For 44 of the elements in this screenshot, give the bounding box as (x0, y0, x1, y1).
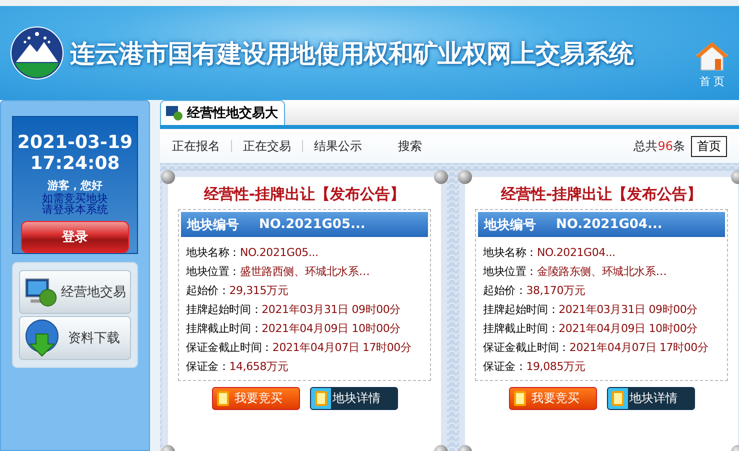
card-title: 经营性-挂牌出让【发布公告】 (500, 185, 702, 204)
info-row-text: 地块名称：NO.2021G05... (186, 245, 320, 261)
code-value: NO.2021G05... (259, 217, 366, 232)
info-row-text: 保证金：14,658万元 (186, 359, 290, 375)
monitor-globe-icon (165, 105, 183, 121)
info-row-text: 保证金截止时间：2021年04月07日 17时00分 (483, 340, 710, 356)
info-row-text: 起始价：29,315万元 (186, 283, 290, 299)
info-row-text: 挂牌起始时间：2021年03月31日 09时00分 (186, 302, 402, 318)
info-row-text: 挂牌起始时间：2021年03月31日 09时00分 (483, 302, 698, 318)
first-page-button[interactable]: 首页 (691, 136, 727, 156)
info-row-text: 挂牌截止时间：2021年04月09日 10时00分 (186, 321, 402, 337)
greeting-text: 游客，您好 (48, 178, 102, 192)
nav-link[interactable]: 正在报名 (172, 138, 220, 154)
login-hint: 请登录本系统 (42, 204, 108, 215)
login-hint: 如需竞买地块 (42, 193, 108, 204)
screw-icon (458, 170, 472, 184)
screw-icon (161, 170, 175, 184)
emblem-logo (10, 26, 64, 80)
details-button[interactable]: 地块详情 (606, 387, 694, 410)
info-row-text: 保证金截止时间：2021年04月07日 17时00分 (186, 340, 412, 356)
menu-item[interactable]: 经营地交易 (19, 270, 131, 314)
info-row-text: 保证金：19,085万元 (483, 359, 586, 375)
time-text: 17:24:08 (30, 153, 120, 174)
code-label: 地块编号 (187, 216, 239, 234)
nav-link[interactable]: 正在交易 (243, 138, 291, 154)
house-icon (695, 40, 729, 72)
code-label: 地块编号 (484, 216, 536, 234)
date-text: 2021-03-19 (17, 132, 133, 153)
login-button[interactable]: 登录 (21, 221, 129, 253)
info-row-text: 地块名称：NO.2021G04... (483, 245, 616, 261)
details-button[interactable]: 地块详情 (310, 387, 398, 410)
info-row-text: 地块位置：金陵路东侧、环城北水系… (483, 264, 668, 280)
screw-icon (434, 170, 448, 184)
site-title: 连云港市国有建设用地使用权和矿业权网上交易系统 (70, 38, 635, 70)
tab[interactable]: 经营性地交易大 (160, 100, 285, 125)
info-row-text: 挂牌截止时间：2021年04月09日 10时00分 (483, 321, 698, 337)
info-row-text: 起始价：38,170万元 (483, 283, 586, 299)
nav-link[interactable]: 结果公示 (314, 138, 362, 154)
code-value: NO.2021G04... (556, 217, 662, 232)
record-count: 总共96条 (634, 138, 685, 154)
menu-item[interactable]: 资料下载 (19, 316, 131, 360)
card-title: 经营性-挂牌出让【发布公告】 (204, 185, 406, 204)
nav-link[interactable]: 搜索 (398, 138, 422, 154)
info-row-text: 地块位置：盛世路西侧、环城北水系… (186, 264, 371, 280)
